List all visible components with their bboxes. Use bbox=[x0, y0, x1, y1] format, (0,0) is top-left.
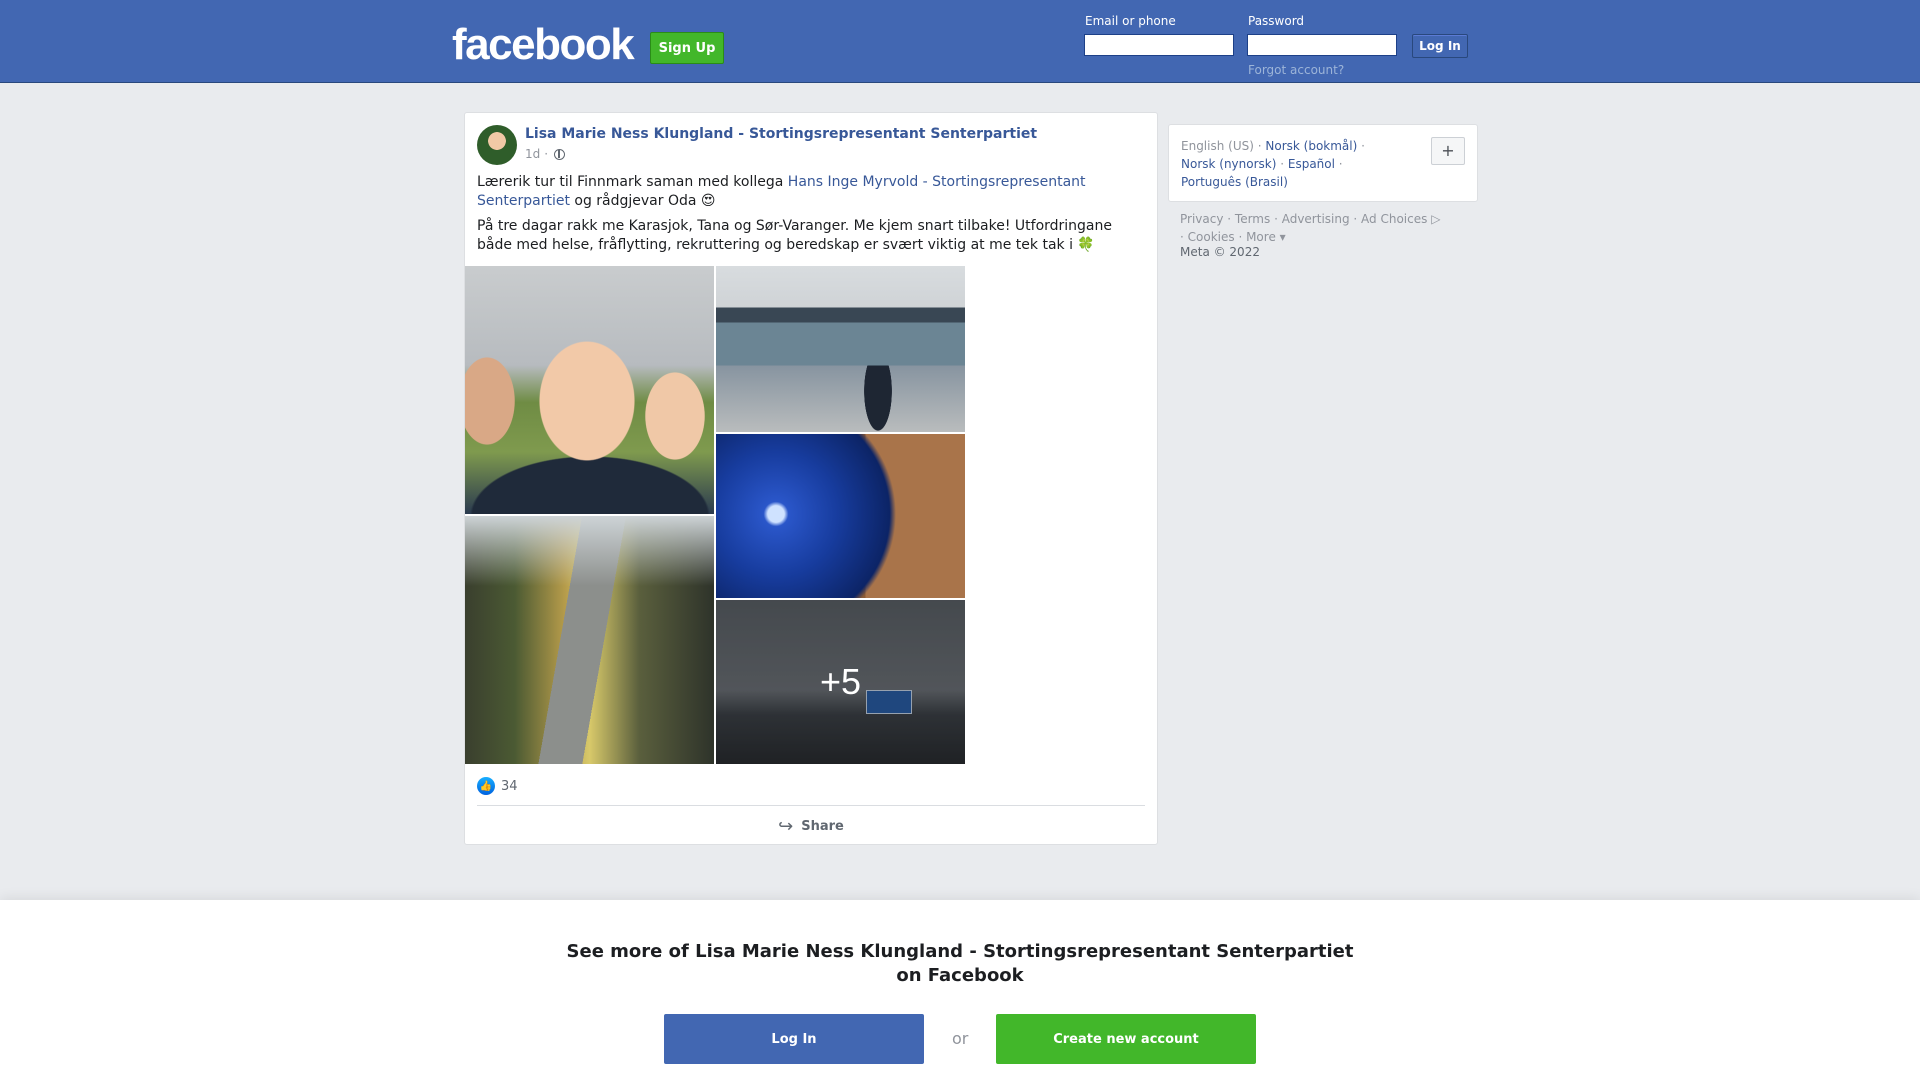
language-selector: English (US) · Norsk (bokmål) · Norsk (n… bbox=[1168, 124, 1478, 202]
password-label: Password bbox=[1248, 14, 1305, 28]
globe-icon bbox=[554, 148, 566, 160]
share-icon: ↪ bbox=[778, 815, 794, 837]
language-option[interactable]: Norsk (nynorsk) bbox=[1181, 157, 1276, 171]
like-count: 34 bbox=[501, 778, 518, 794]
or-separator: or bbox=[952, 1029, 969, 1048]
post-photo-4[interactable] bbox=[465, 516, 714, 764]
post-timestamp[interactable]: 1d bbox=[525, 147, 540, 161]
footer-link-advertising[interactable]: Advertising bbox=[1282, 212, 1350, 226]
footer-link-cookies[interactable]: Cookies bbox=[1188, 230, 1235, 244]
bottom-log-in-button[interactable]: Log In bbox=[664, 1014, 924, 1064]
meta-separator: · bbox=[544, 147, 549, 161]
ad-choices-icon: ▷ bbox=[1427, 212, 1441, 226]
post-paragraph-1: Lærerik tur til Finnmark saman med kolle… bbox=[477, 173, 1147, 211]
post-photo-3[interactable] bbox=[716, 434, 965, 598]
post-photo-5[interactable]: +5 bbox=[716, 600, 965, 764]
post-photo-1[interactable] bbox=[465, 266, 714, 514]
post-body: Lærerik tur til Finnmark saman med kolle… bbox=[477, 173, 1147, 261]
email-label: Email or phone bbox=[1085, 14, 1176, 28]
post-text-segment: og rådgjevar Oda 😍 bbox=[569, 193, 716, 209]
copyright: Meta © 2022 bbox=[1180, 245, 1260, 259]
login-prompt-banner: See more of Lisa Marie Ness Klungland - … bbox=[0, 900, 1920, 1080]
email-input[interactable] bbox=[1084, 34, 1234, 56]
like-icon: 👍 bbox=[477, 777, 495, 795]
forgot-account-link[interactable]: Forgot account? bbox=[1248, 63, 1344, 77]
post-photo-2[interactable] bbox=[716, 266, 965, 432]
language-option[interactable]: Español bbox=[1288, 157, 1335, 171]
post-card: Lisa Marie Ness Klungland - Stortingsrep… bbox=[464, 112, 1158, 845]
share-label: Share bbox=[801, 818, 844, 834]
divider bbox=[477, 805, 1145, 806]
language-option[interactable]: Norsk (bokmål) bbox=[1265, 139, 1357, 153]
footer-link-terms[interactable]: Terms bbox=[1235, 212, 1270, 226]
post-author-name[interactable]: Lisa Marie Ness Klungland - Stortingsrep… bbox=[525, 126, 1037, 142]
post-meta: 1d · bbox=[525, 147, 566, 161]
share-button[interactable]: ↪ Share bbox=[465, 813, 1157, 839]
language-list: English (US) · Norsk (bokmål) · Norsk (n… bbox=[1181, 139, 1365, 189]
author-avatar[interactable] bbox=[477, 125, 517, 165]
caret-down-icon: ▾ bbox=[1275, 230, 1286, 244]
login-prompt-title: See more of Lisa Marie Ness Klungland - … bbox=[566, 941, 1354, 986]
footer-link-privacy[interactable]: Privacy bbox=[1180, 212, 1223, 226]
create-account-button[interactable]: Create new account bbox=[996, 1014, 1256, 1064]
password-input[interactable] bbox=[1247, 34, 1397, 56]
log-in-button[interactable]: Log In bbox=[1412, 34, 1468, 58]
language-current: English (US) bbox=[1181, 139, 1254, 153]
more-photos-overlay[interactable]: +5 bbox=[716, 600, 965, 764]
footer-link-more[interactable]: More bbox=[1246, 230, 1276, 244]
language-option[interactable]: Português (Brasil) bbox=[1181, 175, 1288, 189]
post-paragraph-2: På tre dagar rakk me Karasjok, Tana og S… bbox=[477, 218, 1112, 253]
facebook-logo[interactable]: facebook bbox=[452, 20, 635, 70]
post-text-segment: Lærerik tur til Finnmark saman med kolle… bbox=[477, 174, 788, 190]
add-language-button[interactable]: + bbox=[1431, 137, 1465, 165]
footer-links: Privacy · Terms · Advertising · Ad Choic… bbox=[1180, 212, 1441, 244]
footer-link-ad-choices[interactable]: Ad Choices bbox=[1361, 212, 1427, 226]
reactions-summary[interactable]: 👍 34 bbox=[477, 777, 518, 795]
top-navigation-bar: facebook Sign Up Email or phone Password… bbox=[0, 0, 1920, 83]
sign-up-button[interactable]: Sign Up bbox=[650, 32, 724, 64]
